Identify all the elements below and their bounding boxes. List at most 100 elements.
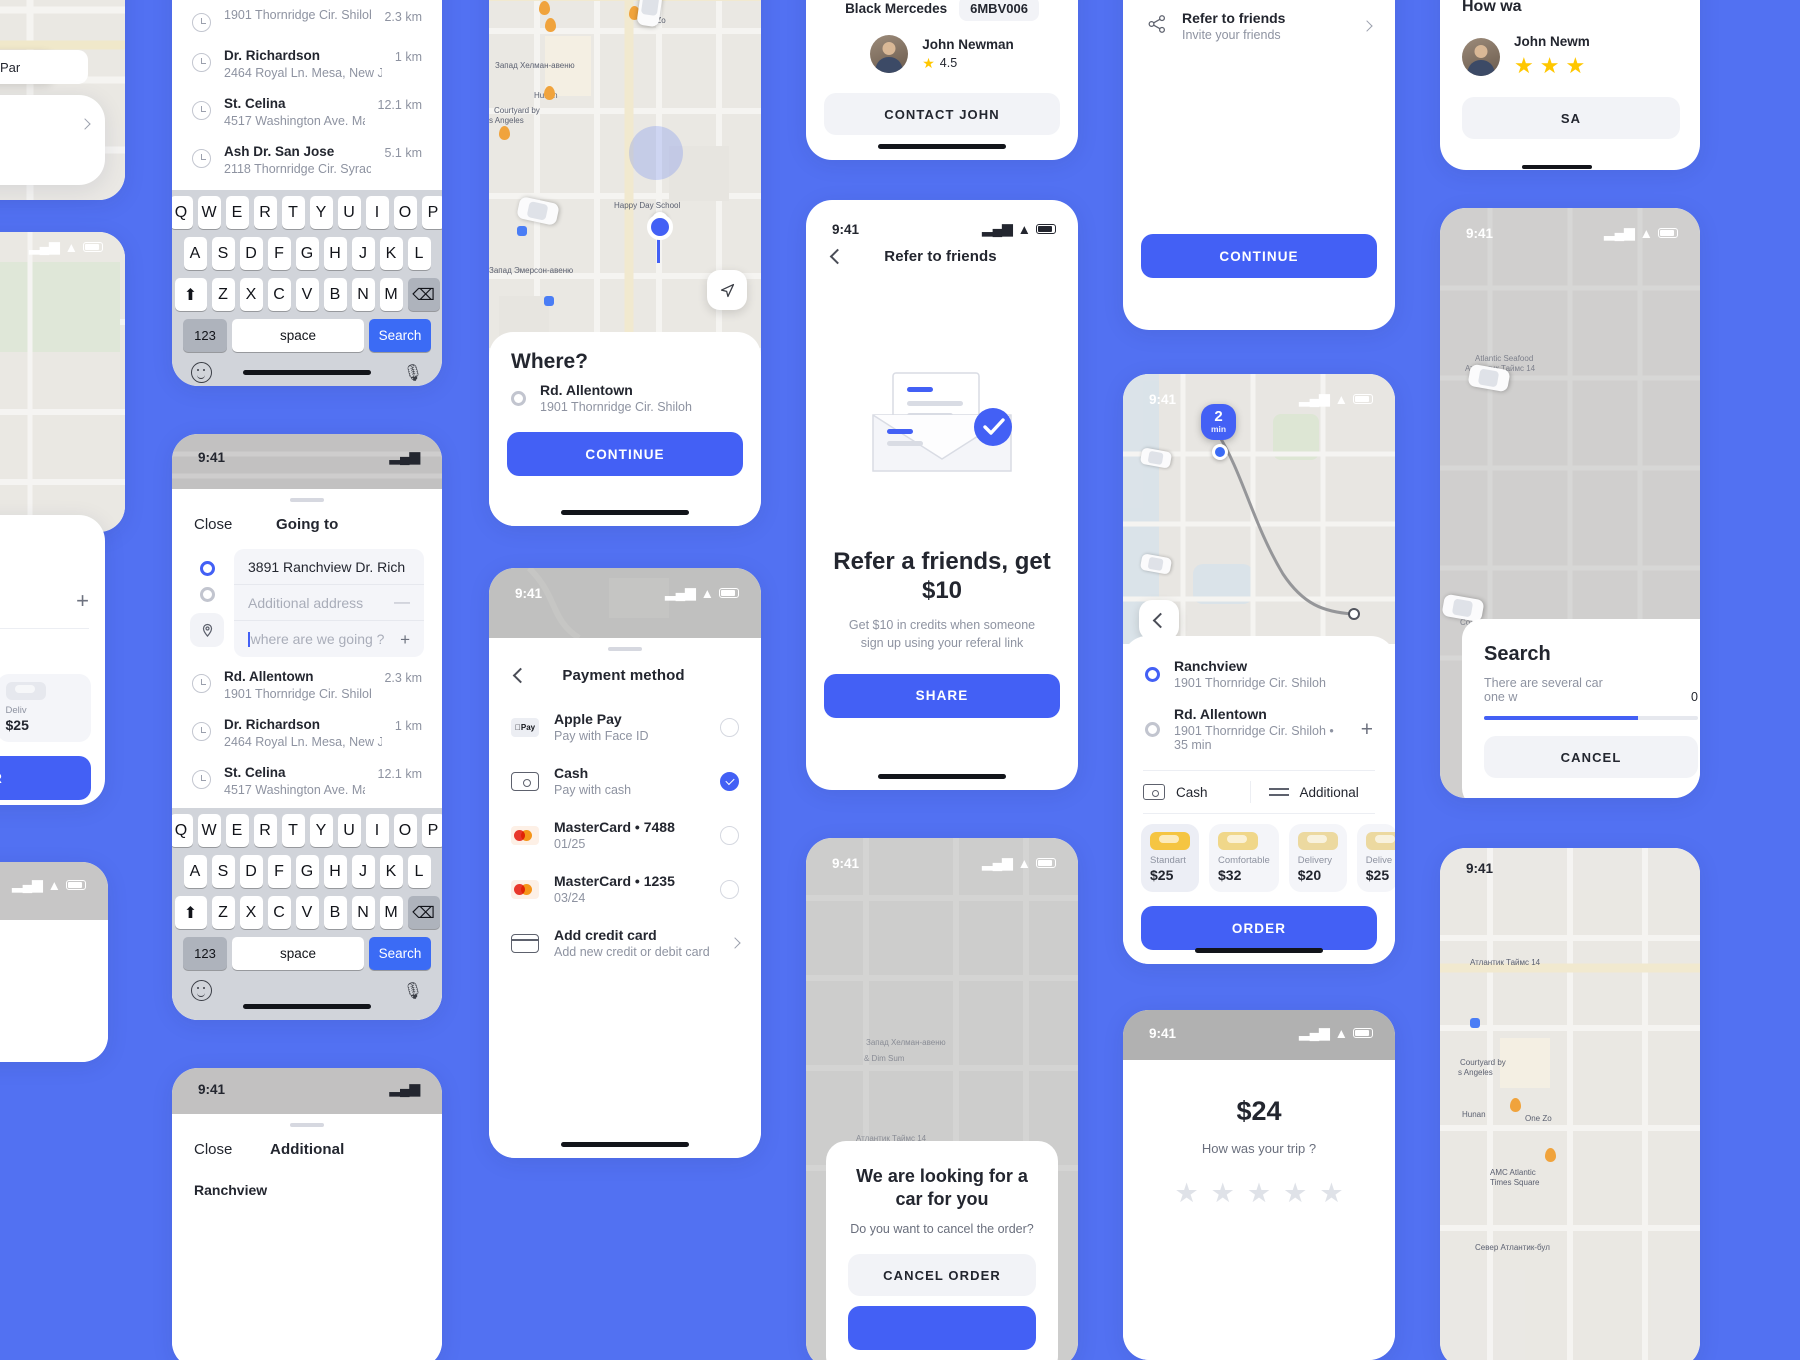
list-item[interactable]: Rd. Allentown 1901 Thornridge Cir. Shilo… <box>192 661 422 709</box>
key[interactable]: V <box>295 278 319 311</box>
origin-input[interactable]: 3891 Ranchview Dr. Rich <box>234 549 424 585</box>
numbers-key[interactable]: 123 <box>183 319 227 352</box>
search-key[interactable]: Search <box>369 937 431 970</box>
key[interactable]: U <box>337 814 361 847</box>
keyboard[interactable]: Q W E R T Y U I O P A S D F G H J K L ⬆ … <box>172 190 442 386</box>
key[interactable]: S <box>211 237 235 270</box>
key[interactable]: L <box>407 855 431 888</box>
key[interactable]: X <box>239 278 263 311</box>
payment-radio-selected[interactable] <box>720 771 739 791</box>
add-stop-button[interactable]: + <box>76 590 89 612</box>
key[interactable]: L <box>407 237 431 270</box>
key[interactable]: Z <box>211 278 235 311</box>
list-item[interactable]: Dr. Richardson 2464 Royal Ln. Mesa, New … <box>192 40 422 88</box>
rating-star[interactable]: ★ <box>1174 1178 1198 1209</box>
save-button[interactable]: SA <box>1462 97 1680 139</box>
key[interactable]: K <box>379 237 403 270</box>
key[interactable]: G <box>295 237 319 270</box>
key[interactable]: N <box>351 278 375 311</box>
key[interactable]: W <box>197 196 221 229</box>
key[interactable]: J <box>351 855 375 888</box>
car-option-delivery-2[interactable]: Delive $25 <box>1356 824 1395 892</box>
key[interactable]: A <box>183 237 207 270</box>
star-icon[interactable]: ★ <box>1514 53 1534 79</box>
car-option[interactable]: Deliv $25 <box>0 674 91 742</box>
contact-driver-button[interactable]: CONTACT JOHN <box>824 93 1060 135</box>
key[interactable]: K <box>379 855 403 888</box>
list-item[interactable]: Ash Dr. San Jose 2118 Thornridge Cir. Sy… <box>192 136 422 184</box>
key[interactable]: I <box>365 196 389 229</box>
key[interactable]: N <box>351 896 375 929</box>
search-key[interactable]: Search <box>369 319 431 352</box>
key[interactable]: Q <box>172 814 193 847</box>
payment-radio[interactable] <box>720 879 739 899</box>
key[interactable]: A <box>183 855 207 888</box>
payment-method-row[interactable]: Cash Pay with cash <box>489 754 761 808</box>
numbers-key[interactable]: 123 <box>183 937 227 970</box>
car-option-standart[interactable]: Standart $25 <box>1141 824 1199 892</box>
emoji-icon[interactable] <box>191 980 212 1001</box>
key[interactable]: O <box>393 814 417 847</box>
space-key[interactable]: space <box>232 937 364 970</box>
key[interactable]: D <box>239 237 263 270</box>
key[interactable]: S <box>211 855 235 888</box>
microphone-icon[interactable]: 🎙 <box>403 981 423 1001</box>
menu-item-refer[interactable]: Refer to friends Invite your friends <box>1123 0 1395 54</box>
key[interactable]: P <box>421 814 442 847</box>
key[interactable]: C <box>267 278 291 311</box>
microphone-icon[interactable]: 🎙 <box>403 363 423 383</box>
key[interactable]: B <box>323 896 347 929</box>
star-icon[interactable]: ★ <box>1540 53 1560 79</box>
key[interactable]: E <box>225 814 249 847</box>
additional-shortcut[interactable]: Additional <box>1251 785 1376 800</box>
remove-icon[interactable]: — <box>394 594 410 612</box>
recenter-button[interactable] <box>707 270 747 310</box>
key[interactable]: M <box>379 896 403 929</box>
list-item[interactable]: 1901 Thornridge Cir. Shiloh 2.3 km <box>192 0 422 40</box>
add-credit-card-row[interactable]: Add credit card Add new credit or debit … <box>489 916 761 970</box>
rating-star[interactable]: ★ <box>1247 1178 1271 1209</box>
key[interactable]: W <box>197 814 221 847</box>
key[interactable]: R <box>253 814 277 847</box>
destination-pin-box[interactable] <box>190 613 224 648</box>
key[interactable]: R <box>253 196 277 229</box>
close-button[interactable]: Close <box>194 516 232 533</box>
list-item[interactable]: St. Celina 4517 Washington Ave. Manch, 1… <box>192 88 422 136</box>
add-stop-button[interactable]: + <box>1361 719 1373 740</box>
key[interactable]: C <box>267 896 291 929</box>
payment-method-row[interactable]: MasterCard • 7488 01/25 <box>489 808 761 862</box>
backspace-key[interactable]: ⌫ <box>407 278 440 311</box>
rating-star[interactable]: ★ <box>1211 1178 1235 1209</box>
key[interactable]: B <box>323 278 347 311</box>
share-button[interactable]: SHARE <box>824 673 1060 718</box>
key[interactable]: V <box>295 896 319 929</box>
key[interactable]: P <box>421 196 442 229</box>
payment-radio[interactable] <box>720 825 739 845</box>
close-button[interactable]: Close <box>194 1141 232 1158</box>
key[interactable]: X <box>239 896 263 929</box>
continue-button[interactable]: CONTINUE <box>507 432 743 476</box>
destination-input[interactable]: where are we going ? + <box>234 621 424 657</box>
key[interactable]: H <box>323 855 347 888</box>
key[interactable]: M <box>379 278 403 311</box>
key[interactable]: G <box>295 855 319 888</box>
key[interactable]: F <box>267 855 291 888</box>
key[interactable]: Y <box>309 814 333 847</box>
key[interactable]: F <box>267 237 291 270</box>
rating-star[interactable]: ★ <box>1319 1178 1343 1209</box>
key[interactable]: Y <box>309 196 333 229</box>
add-stop-icon[interactable]: + <box>400 631 410 648</box>
key[interactable]: Q <box>172 196 193 229</box>
order-button[interactable]: ER <box>0 756 91 800</box>
key[interactable]: T <box>281 814 305 847</box>
continue-button[interactable]: CONTINUE <box>1141 234 1377 278</box>
space-key[interactable]: space <box>232 319 364 352</box>
key[interactable]: U <box>337 196 361 229</box>
cancel-order-button[interactable]: CANCEL ORDER <box>848 1254 1036 1296</box>
order-button[interactable]: ORDER <box>1141 906 1377 950</box>
cancel-button[interactable]: CANCEL <box>1484 736 1698 778</box>
payment-shortcut[interactable]: Cash <box>1143 784 1250 800</box>
key[interactable]: Z <box>211 896 235 929</box>
key[interactable]: H <box>323 237 347 270</box>
key[interactable]: D <box>239 855 263 888</box>
